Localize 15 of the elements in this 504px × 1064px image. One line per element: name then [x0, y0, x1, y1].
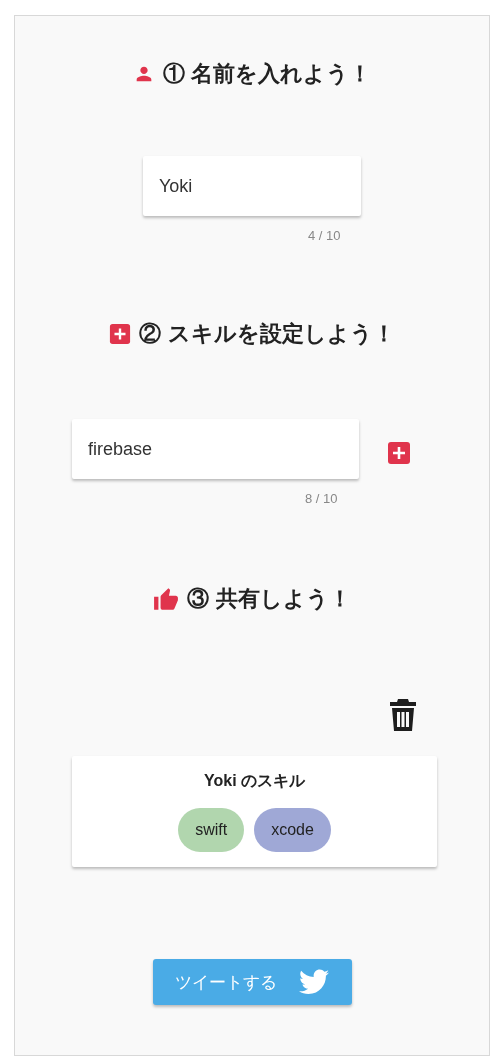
card-title: Yoki のスキル — [203, 771, 305, 791]
step-heading: ① 名前を入れよう！ — [162, 60, 372, 88]
character-counter: 4 / 10 — [308, 228, 342, 243]
skill-chip: swift — [178, 808, 245, 852]
thumbs-up-icon — [153, 587, 180, 611]
name-input-field[interactable]: Yoki — [143, 156, 361, 216]
add-skill-button[interactable] — [387, 441, 411, 465]
skill-chip: xcode — [254, 808, 331, 852]
delete-button[interactable] — [389, 698, 417, 732]
character-counter: 8 / 10 — [305, 491, 339, 506]
skill-input-field[interactable]: firebase — [72, 419, 359, 479]
add-icon — [109, 323, 132, 345]
step-heading: ② スキルを設定しよう！ — [139, 320, 395, 348]
step-heading: ③ 共有しよう！ — [187, 585, 351, 613]
bird-icon — [299, 969, 329, 995]
